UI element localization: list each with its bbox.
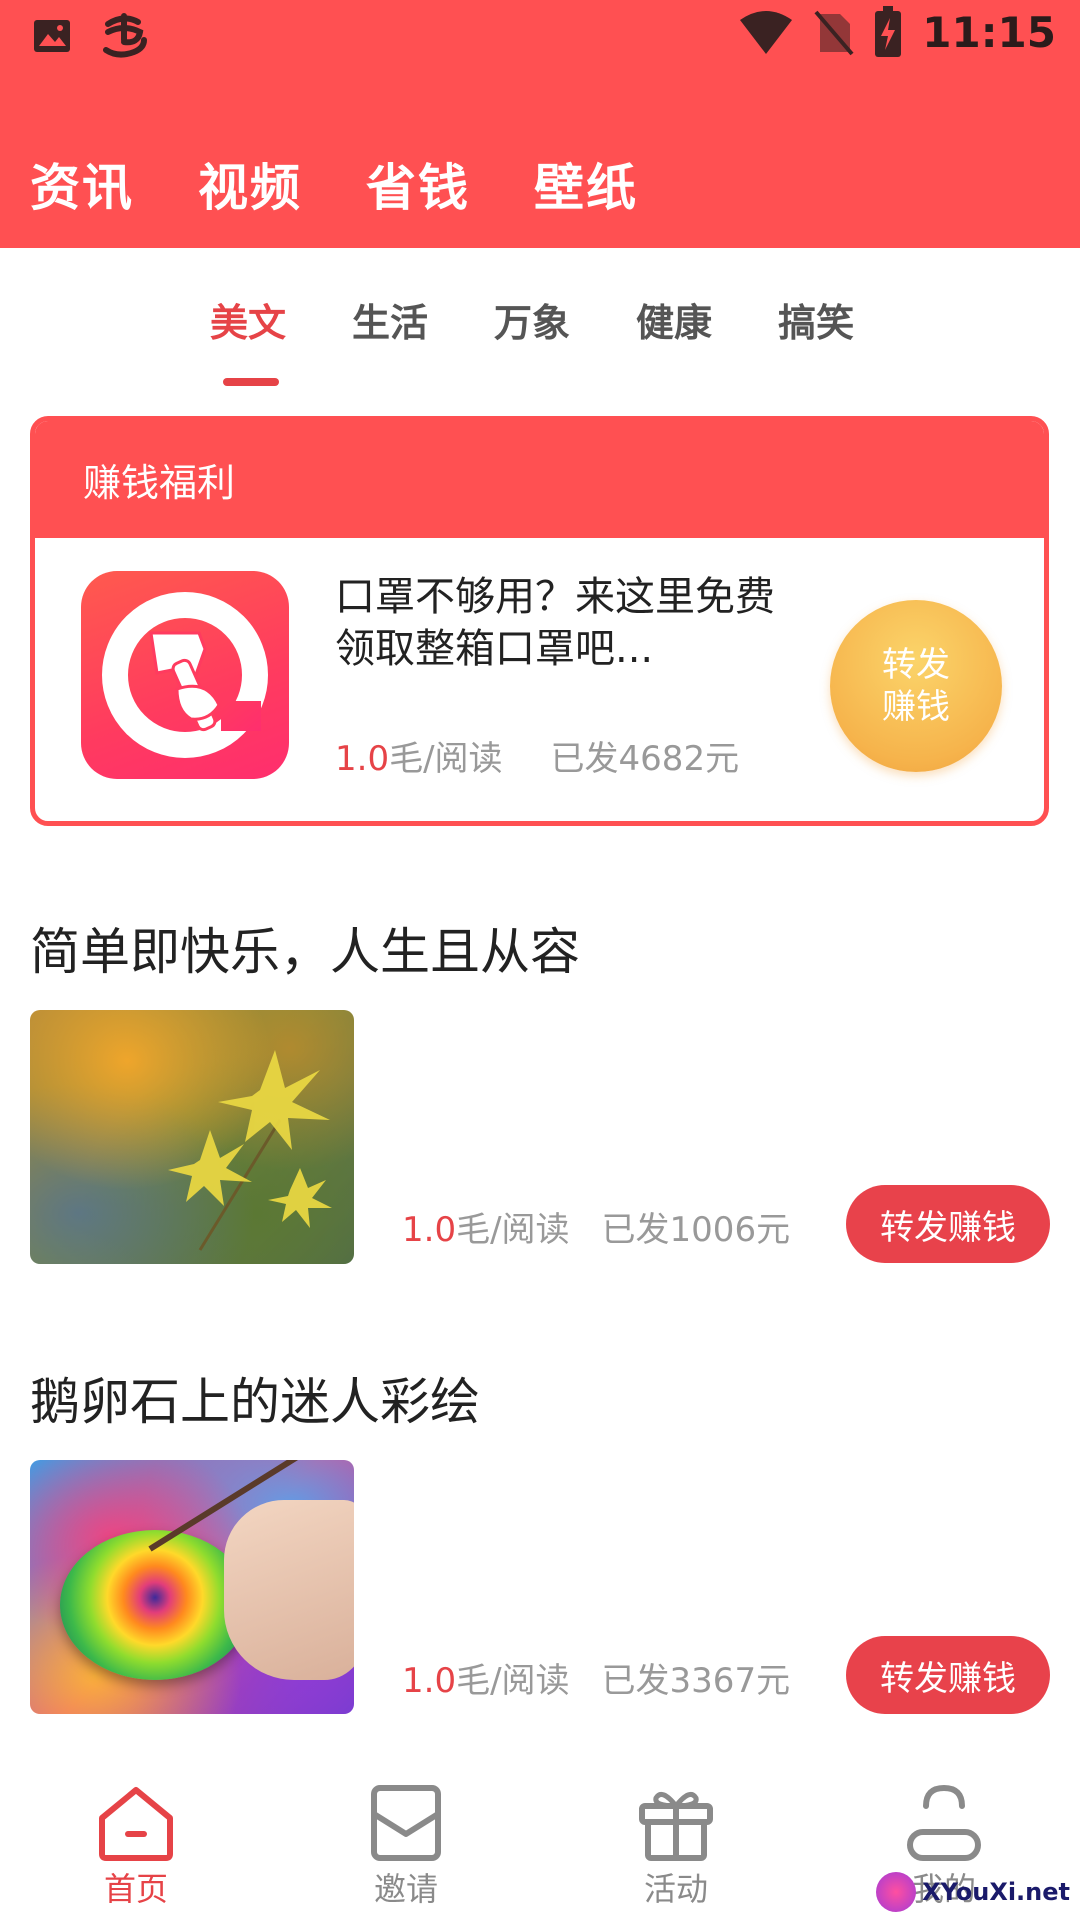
share-earn-button[interactable]: 转发赚钱 bbox=[830, 600, 1002, 772]
sub-tab-life[interactable]: 生活 bbox=[352, 292, 428, 347]
article-thumbnail[interactable] bbox=[30, 1460, 354, 1714]
sub-tab-health[interactable]: 健康 bbox=[636, 292, 712, 347]
axe-app-logo-icon bbox=[81, 571, 289, 779]
active-tab-indicator bbox=[223, 378, 279, 386]
watermark-logo-icon bbox=[876, 1872, 917, 1912]
welfare-card[interactable]: 赚钱福利 口罩不够用？来这里免费领取整箱口罩吧... 1.0毛/阅读 已发468… bbox=[30, 416, 1049, 826]
article-meta: 1.0毛/阅读 已发1006元 bbox=[402, 1202, 790, 1251]
article-meta: 1.0毛/阅读 已发3367元 bbox=[402, 1653, 790, 1702]
nav-label: 活动 bbox=[643, 1870, 708, 1908]
painted-pebble-image bbox=[60, 1530, 250, 1680]
watermark-text: XYouXi.net bbox=[922, 1878, 1070, 1906]
sub-tab-funny[interactable]: 搞笑 bbox=[778, 292, 854, 347]
reward-rate: 1.0毛/阅读 bbox=[335, 731, 503, 780]
share-earn-label: 转发赚钱 bbox=[882, 645, 950, 727]
share-earn-button[interactable]: 转发赚钱 bbox=[846, 1185, 1050, 1263]
hand-image bbox=[224, 1500, 354, 1680]
gift-icon bbox=[639, 1791, 713, 1861]
app-logo-icon bbox=[98, 10, 150, 62]
no-sim-icon bbox=[814, 8, 854, 56]
status-time: 11:15 bbox=[922, 7, 1056, 57]
sub-tab-variety[interactable]: 万象 bbox=[494, 292, 570, 347]
reward-rate-unit: 毛/阅读 bbox=[456, 1661, 570, 1701]
image-icon bbox=[32, 16, 72, 56]
app-screen: 11:15 资讯 视频 省钱 壁纸 美文 生活 万象 健康 搞笑 赚钱福利 口罩… bbox=[0, 0, 1080, 1920]
nav-item-invite[interactable]: 邀请 bbox=[326, 1784, 486, 1910]
sub-tab-bar: 美文 生活 万象 健康 搞笑 bbox=[210, 292, 854, 386]
paid-amount: 已发3367元 bbox=[601, 1661, 791, 1701]
profile-icon bbox=[907, 1784, 981, 1861]
reward-rate-value: 1.0 bbox=[402, 1661, 457, 1701]
status-right-icons: 11:15 bbox=[738, 6, 1056, 58]
article-thumbnail[interactable] bbox=[30, 1010, 354, 1264]
sub-tab-essays[interactable]: 美文 bbox=[210, 292, 287, 386]
wifi-icon bbox=[738, 8, 794, 56]
reward-rate: 1.0毛/阅读 bbox=[402, 1202, 570, 1251]
sub-tab-label: 美文 bbox=[210, 301, 287, 345]
home-icon bbox=[99, 1787, 173, 1861]
top-tab-video[interactable]: 视频 bbox=[198, 148, 302, 220]
top-tab-savings[interactable]: 省钱 bbox=[366, 148, 470, 220]
nav-item-activity[interactable]: 活动 bbox=[596, 1784, 756, 1910]
paid-amount: 已发4682元 bbox=[550, 739, 740, 779]
reward-rate-unit: 毛/阅读 bbox=[389, 739, 503, 779]
envelope-icon bbox=[371, 1785, 441, 1861]
reward-rate: 1.0毛/阅读 bbox=[402, 1653, 570, 1702]
nav-label: 邀请 bbox=[373, 1870, 438, 1908]
status-bar: 11:15 bbox=[0, 0, 1080, 76]
nav-item-home[interactable]: 首页 bbox=[56, 1784, 216, 1910]
paid-amount: 已发1006元 bbox=[601, 1210, 791, 1250]
status-left-icons bbox=[32, 10, 150, 62]
article-title[interactable]: 鹅卵石上的迷人彩绘 bbox=[30, 1362, 480, 1434]
top-tab-news[interactable]: 资讯 bbox=[30, 148, 134, 220]
app-header: 11:15 资讯 视频 省钱 壁纸 bbox=[0, 0, 1080, 248]
welfare-meta: 1.0毛/阅读 已发4682元 bbox=[335, 731, 739, 780]
article-title[interactable]: 简单即快乐，人生且从容 bbox=[30, 912, 580, 984]
reward-rate-value: 1.0 bbox=[402, 1210, 457, 1250]
battery-charging-icon bbox=[874, 6, 902, 58]
watermark: XYouXi.net bbox=[876, 1872, 1070, 1912]
reward-rate-unit: 毛/阅读 bbox=[456, 1210, 570, 1250]
welfare-header: 赚钱福利 bbox=[35, 421, 1044, 538]
top-tab-bar: 资讯 视频 省钱 壁纸 bbox=[30, 148, 638, 220]
share-earn-button[interactable]: 转发赚钱 bbox=[846, 1636, 1050, 1714]
reward-rate-value: 1.0 bbox=[335, 739, 390, 779]
welfare-title[interactable]: 口罩不够用？来这里免费领取整箱口罩吧... bbox=[335, 571, 795, 675]
top-tab-wallpaper[interactable]: 壁纸 bbox=[534, 148, 638, 220]
maple-leaves-image bbox=[168, 1050, 332, 1251]
nav-label: 首页 bbox=[103, 1870, 168, 1908]
